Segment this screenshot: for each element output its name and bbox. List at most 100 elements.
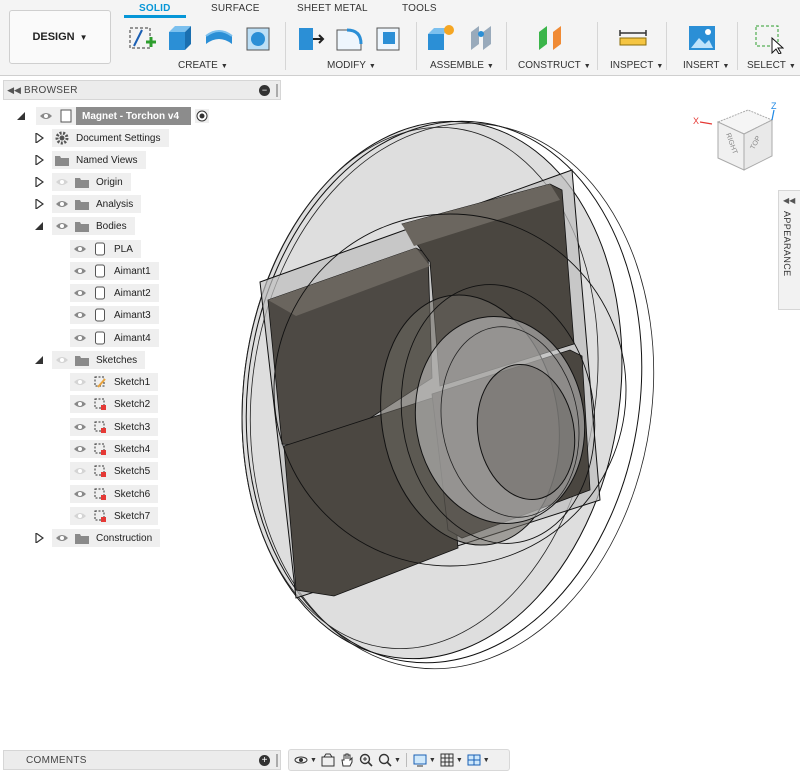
- collapsed-arrow-icon[interactable]: [34, 533, 44, 543]
- tree-item-label: Named Views: [76, 154, 138, 166]
- insert-menu[interactable]: INSERT ▼: [683, 60, 729, 71]
- press-pull-icon[interactable]: [295, 22, 327, 54]
- tree-item-origin[interactable]: Origin: [35, 173, 131, 191]
- select-menu[interactable]: SELECT ▼: [747, 60, 796, 71]
- visibility-hidden-eye-icon[interactable]: [52, 173, 72, 191]
- tree-item-document-settings[interactable]: Document Settings: [35, 129, 169, 147]
- tree-item-body-aimant3[interactable]: Aimant3: [70, 306, 159, 324]
- view-cube-x-axis: X: [693, 116, 699, 126]
- orbit-icon[interactable]: ▼: [293, 752, 317, 768]
- tree-item-bodies[interactable]: Bodies: [35, 217, 135, 235]
- tab-tools[interactable]: TOOLS: [402, 3, 437, 14]
- workspace-switcher[interactable]: DESIGN ▼: [9, 10, 111, 64]
- visibility-hidden-eye-icon[interactable]: [70, 462, 90, 480]
- tab-surface[interactable]: SURFACE: [211, 3, 260, 14]
- navigation-bar: ▼ ▼ ▼ ▼ ▼: [288, 749, 510, 771]
- visibility-eye-icon[interactable]: [52, 529, 72, 547]
- tree-item-body-pla[interactable]: PLA: [70, 240, 141, 258]
- assemble-menu[interactable]: ASSEMBLE ▼: [430, 60, 494, 71]
- construct-menu[interactable]: CONSTRUCT ▼: [518, 60, 591, 71]
- collapsed-arrow-icon[interactable]: [34, 155, 44, 165]
- tab-solid[interactable]: SOLID: [139, 3, 171, 14]
- visibility-eye-icon[interactable]: [70, 306, 90, 324]
- offset-plane-icon[interactable]: [535, 22, 567, 54]
- toolbar-divider: [285, 22, 286, 70]
- panel-grip[interactable]: [276, 84, 278, 97]
- nav-divider: [405, 753, 407, 767]
- window-select-icon[interactable]: [752, 22, 784, 54]
- viewports-icon[interactable]: ▼: [466, 752, 490, 768]
- collapsed-arrow-icon[interactable]: [34, 199, 44, 209]
- create-menu[interactable]: CREATE ▼: [178, 60, 228, 71]
- expanded-arrow-icon[interactable]: [34, 221, 44, 231]
- tab-sheet-metal[interactable]: SHEET METAL: [297, 3, 368, 14]
- shell-icon[interactable]: [373, 22, 405, 54]
- visibility-hidden-eye-icon[interactable]: [70, 507, 90, 525]
- zoom-icon[interactable]: [358, 752, 374, 768]
- tree-item-analysis[interactable]: Analysis: [35, 195, 142, 213]
- inspect-menu[interactable]: INSPECT ▼: [610, 60, 663, 71]
- sketch-icon: [90, 440, 110, 458]
- tree-item-construction[interactable]: Construction: [35, 529, 161, 547]
- new-component-icon[interactable]: [424, 22, 456, 54]
- tree-item-sketch4[interactable]: Sketch4: [70, 440, 159, 458]
- expanded-arrow-icon[interactable]: [34, 355, 44, 365]
- grid-settings-icon[interactable]: ▼: [439, 752, 463, 768]
- tree-item-sketch3[interactable]: Sketch3: [70, 418, 159, 436]
- tree-item-named-views[interactable]: Named Views: [35, 151, 146, 169]
- expanded-arrow-icon[interactable]: [16, 111, 26, 121]
- create-sketch-icon[interactable]: [126, 22, 158, 54]
- look-at-icon[interactable]: [320, 752, 336, 768]
- toolbar-divider: [597, 22, 598, 70]
- expand-panel-icon[interactable]: ◀◀: [783, 196, 795, 205]
- tree-item-label: Document Settings: [76, 132, 161, 144]
- tree-item-body-aimant2[interactable]: Aimant2: [70, 284, 159, 302]
- revolve-icon[interactable]: [203, 22, 235, 54]
- insert-image-icon[interactable]: [686, 22, 718, 54]
- collapsed-arrow-icon[interactable]: [34, 177, 44, 187]
- disc-body: [241, 120, 655, 670]
- visibility-eye-icon[interactable]: [70, 329, 90, 347]
- visibility-eye-icon[interactable]: [36, 107, 56, 125]
- appearance-panel-tab[interactable]: ◀◀ APPEARANCE: [778, 190, 800, 310]
- collapse-panel-icon[interactable]: ◀◀: [4, 85, 24, 96]
- visibility-eye-icon[interactable]: [52, 217, 72, 235]
- minimize-icon[interactable]: −: [259, 85, 270, 96]
- tree-item-body-aimant1[interactable]: Aimant1: [70, 262, 159, 280]
- tree-item-sketch5[interactable]: Sketch5: [70, 462, 159, 480]
- tree-item-label: Sketch4: [114, 443, 151, 455]
- measure-icon[interactable]: [617, 22, 649, 54]
- visibility-eye-icon[interactable]: [70, 262, 90, 280]
- fillet-icon[interactable]: [333, 22, 365, 54]
- visibility-eye-icon[interactable]: [70, 440, 90, 458]
- tree-item-sketch2[interactable]: Sketch2: [70, 395, 159, 413]
- panel-grip[interactable]: [276, 754, 278, 767]
- modify-menu[interactable]: MODIFY ▼: [327, 60, 376, 71]
- visibility-hidden-eye-icon[interactable]: [70, 373, 90, 391]
- visibility-hidden-eye-icon[interactable]: [52, 351, 72, 369]
- add-comment-icon[interactable]: +: [259, 755, 270, 766]
- display-settings-icon[interactable]: ▼: [412, 752, 436, 768]
- visibility-eye-icon[interactable]: [52, 195, 72, 213]
- model-viewport[interactable]: [170, 100, 780, 720]
- tree-item-sketch7[interactable]: Sketch7: [70, 507, 159, 525]
- fit-view-icon[interactable]: ▼: [377, 752, 401, 768]
- tree-item-sketch1[interactable]: Sketch1: [70, 373, 159, 391]
- tree-item-sketch6[interactable]: Sketch6: [70, 485, 159, 503]
- visibility-eye-icon[interactable]: [70, 395, 90, 413]
- visibility-eye-icon[interactable]: [70, 485, 90, 503]
- joint-icon[interactable]: [465, 22, 497, 54]
- hole-icon[interactable]: [243, 22, 275, 54]
- tree-item-body-aimant4[interactable]: Aimant4: [70, 329, 159, 347]
- visibility-eye-icon[interactable]: [70, 284, 90, 302]
- collapsed-arrow-icon[interactable]: [34, 133, 44, 143]
- tree-item-sketches[interactable]: Sketches: [35, 351, 146, 369]
- tree-item-label: Origin: [96, 176, 123, 188]
- visibility-eye-icon[interactable]: [70, 240, 90, 258]
- view-cube[interactable]: X Z RIGHT TOP: [690, 100, 780, 180]
- tree-item-label: Aimant2: [114, 287, 151, 299]
- pan-hand-icon[interactable]: [339, 752, 355, 768]
- extrude-icon[interactable]: [163, 22, 195, 54]
- visibility-eye-icon[interactable]: [70, 418, 90, 436]
- toolbar-divider: [737, 22, 738, 70]
